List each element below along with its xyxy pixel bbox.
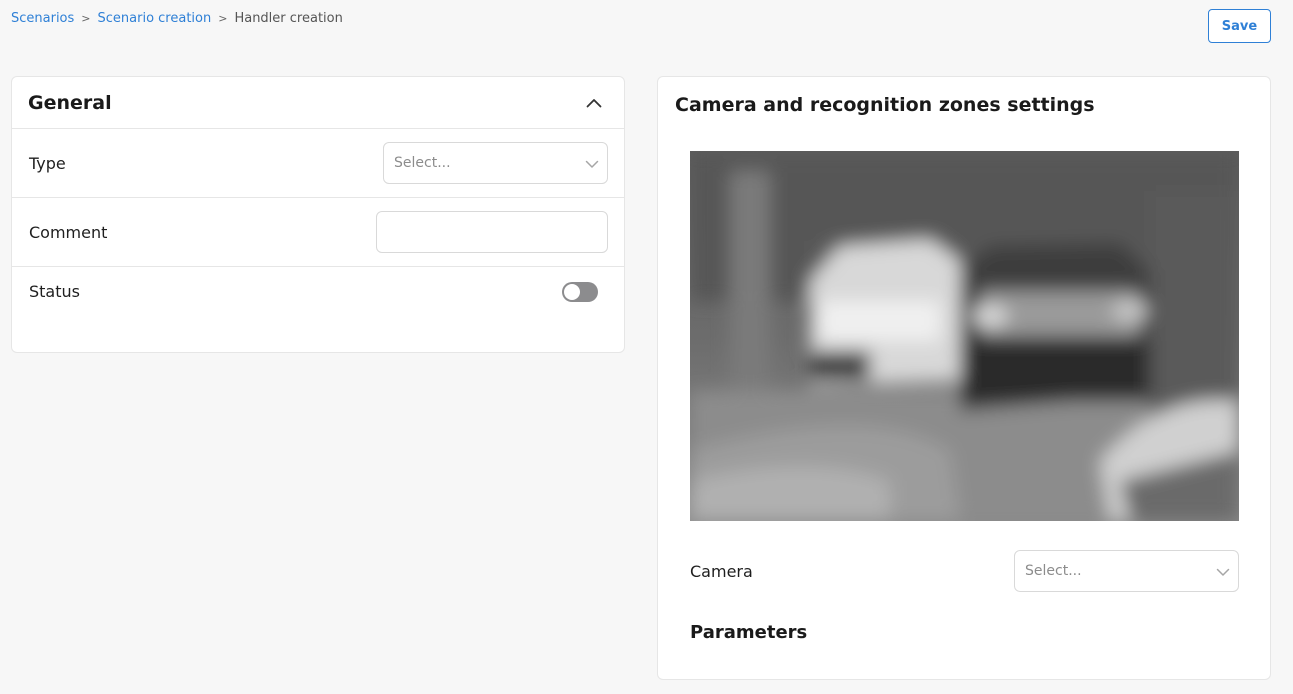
chevron-down-icon	[1216, 562, 1230, 581]
breadcrumb-current: Handler creation	[234, 11, 343, 26]
chevron-up-icon[interactable]	[580, 89, 608, 117]
status-toggle[interactable]	[562, 282, 598, 302]
general-title: General	[28, 91, 112, 114]
toggle-knob	[564, 284, 580, 300]
comment-label: Comment	[29, 222, 108, 242]
camera-row: Camera Select...	[690, 550, 1239, 592]
breadcrumb-link-scenarios[interactable]: Scenarios	[11, 11, 74, 26]
save-button[interactable]: Save	[1208, 9, 1271, 43]
type-row: Type Select...	[12, 129, 624, 198]
type-select-placeholder: Select...	[394, 155, 451, 171]
camera-preview-image	[690, 151, 1239, 521]
breadcrumb-separator: >	[81, 12, 91, 25]
breadcrumb-separator: >	[218, 12, 228, 25]
camera-select[interactable]: Select...	[1014, 550, 1239, 592]
parameters-title: Parameters	[690, 622, 808, 643]
camera-label: Camera	[690, 561, 753, 581]
general-header[interactable]: General	[12, 77, 624, 129]
camera-select-placeholder: Select...	[1025, 563, 1082, 579]
camera-settings-title: Camera and recognition zones settings	[675, 94, 1095, 116]
handler-creation-page: Scenarios > Scenario creation > Handler …	[0, 0, 1293, 694]
type-select[interactable]: Select...	[383, 142, 608, 184]
status-label: Status	[29, 282, 80, 301]
chevron-down-icon	[585, 154, 599, 173]
comment-row: Comment	[12, 198, 624, 267]
type-label: Type	[29, 153, 66, 173]
comment-input[interactable]	[376, 211, 608, 253]
status-row: Status	[12, 267, 624, 321]
breadcrumb-link-scenario-creation[interactable]: Scenario creation	[98, 11, 212, 26]
breadcrumb: Scenarios > Scenario creation > Handler …	[11, 11, 343, 26]
general-card: General Type Select... Comment Status	[11, 76, 625, 353]
camera-settings-card: Camera and recognition zones settings Ca…	[657, 76, 1271, 680]
